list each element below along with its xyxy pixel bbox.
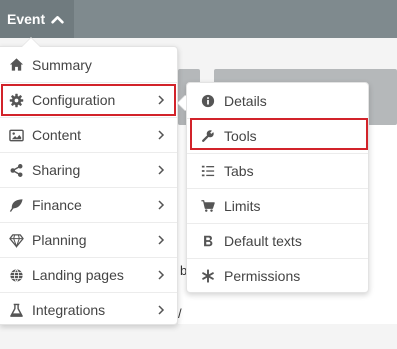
menu-item-label: Sharing bbox=[32, 162, 81, 178]
bold-b-icon bbox=[200, 233, 216, 249]
event-dropdown-menu: Summary Configuration Content Sharing Fi… bbox=[0, 46, 178, 325]
background-text-fragment: / bbox=[178, 306, 182, 321]
menu-item-landing-pages[interactable]: Landing pages bbox=[0, 257, 177, 292]
menu-item-finance[interactable]: Finance bbox=[0, 187, 177, 222]
cart-icon bbox=[200, 198, 216, 214]
chevron-right-icon bbox=[153, 130, 169, 140]
menu-item-content[interactable]: Content bbox=[0, 117, 177, 152]
menu-item-label: Planning bbox=[32, 232, 87, 248]
submenu-item-label: Details bbox=[224, 92, 267, 109]
asterisk-icon bbox=[200, 268, 216, 284]
menu-item-integrations[interactable]: Integrations bbox=[0, 292, 177, 327]
submenu-item-limits[interactable]: Limits bbox=[187, 188, 368, 223]
submenu-item-label: Default texts bbox=[224, 233, 302, 249]
menu-item-label: Landing pages bbox=[32, 267, 124, 283]
image-icon bbox=[8, 127, 24, 143]
menu-item-label: Integrations bbox=[32, 302, 106, 318]
menu-item-label: Finance bbox=[32, 197, 82, 213]
home-icon bbox=[8, 57, 24, 73]
chevron-right-icon bbox=[153, 305, 169, 315]
wrench-icon bbox=[200, 128, 216, 144]
diamond-icon bbox=[8, 232, 24, 248]
submenu-item-details[interactable]: Details bbox=[187, 83, 368, 118]
chevron-right-icon bbox=[153, 165, 169, 175]
submenu-item-tabs[interactable]: Tabs bbox=[187, 153, 368, 188]
menu-item-label: Content bbox=[32, 127, 82, 143]
globe-icon bbox=[8, 267, 24, 283]
submenu-item-label: Tools bbox=[224, 128, 257, 144]
chevron-right-icon bbox=[153, 270, 169, 280]
info-circle-icon bbox=[200, 93, 216, 109]
submenu-item-label: Tabs bbox=[224, 163, 254, 179]
leaf-icon bbox=[8, 197, 24, 213]
menu-item-sharing[interactable]: Sharing bbox=[0, 152, 177, 187]
submenu-item-label: Permissions bbox=[224, 268, 301, 284]
gear-icon bbox=[8, 92, 24, 108]
chevron-right-icon bbox=[153, 200, 169, 210]
share-icon bbox=[8, 162, 24, 178]
flask-icon bbox=[8, 302, 24, 318]
submenu-item-tools[interactable]: Tools bbox=[187, 118, 368, 153]
menu-item-planning[interactable]: Planning bbox=[0, 222, 177, 257]
event-menu-button[interactable]: Event bbox=[0, 0, 74, 38]
menu-item-label: Summary bbox=[32, 56, 92, 73]
configuration-submenu: Details Tools Tabs Limits Default texts … bbox=[186, 82, 369, 293]
chevron-right-icon bbox=[153, 95, 169, 105]
submenu-item-permissions[interactable]: Permissions bbox=[187, 258, 368, 293]
menu-item-configuration[interactable]: Configuration bbox=[0, 82, 177, 117]
chevron-up-icon bbox=[51, 15, 64, 24]
submenu-item-label: Limits bbox=[224, 198, 261, 214]
list-icon bbox=[200, 163, 216, 179]
menu-item-summary[interactable]: Summary bbox=[0, 47, 177, 82]
submenu-item-default-texts[interactable]: Default texts bbox=[187, 223, 368, 258]
event-label: Event bbox=[7, 11, 46, 27]
menu-item-label: Configuration bbox=[32, 92, 116, 108]
chevron-right-icon bbox=[153, 235, 169, 245]
